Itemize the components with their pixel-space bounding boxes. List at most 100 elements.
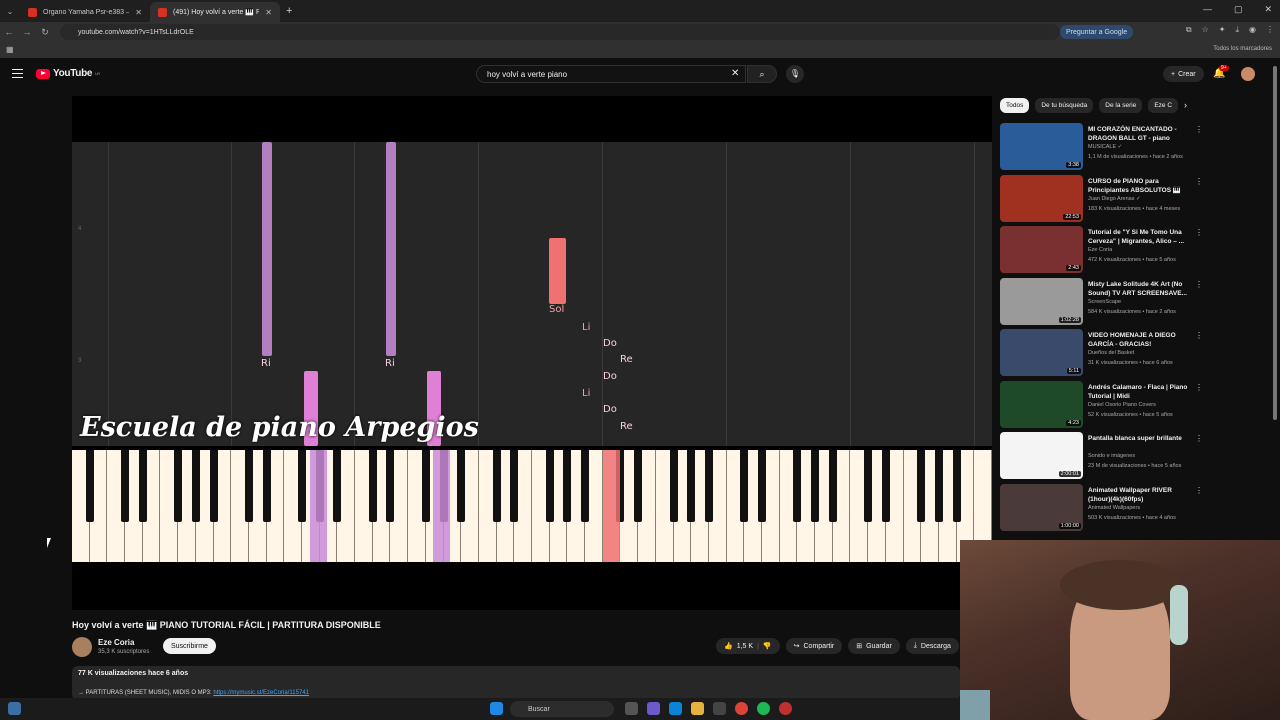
- recommendation-item[interactable]: 3:38 MI CORAZÓN ENCANTADO - DRAGON BALL G…: [1000, 123, 1203, 171]
- page-scrollbar[interactable]: [1273, 66, 1277, 420]
- chip-todos[interactable]: Todos: [1000, 98, 1030, 113]
- recommendation-item[interactable]: 5:11 VIDEO HOMENAJE A DIEGO GARCÍA - GRAC…: [1000, 329, 1203, 377]
- edge-icon[interactable]: [669, 702, 682, 715]
- voice-search-icon[interactable]: 🎙: [786, 65, 804, 83]
- channel-name[interactable]: Eze Coria: [98, 638, 134, 647]
- recommendation-channel[interactable]: Eze Coria: [1088, 247, 1112, 253]
- more-options-icon[interactable]: ⋮: [1195, 383, 1203, 392]
- recommendation-title[interactable]: MI CORAZÓN ENCANTADO - DRAGON BALL GT - …: [1088, 125, 1188, 143]
- youtube-logo[interactable]: YouTube UY: [36, 68, 100, 79]
- windows-start-icon[interactable]: [490, 702, 503, 715]
- video-thumbnail[interactable]: 5:11: [1000, 329, 1083, 376]
- apps-grid-icon[interactable]: ▦: [6, 45, 14, 54]
- install-icon[interactable]: ⧉: [1186, 25, 1192, 35]
- download-icon[interactable]: ⤓: [1235, 25, 1239, 35]
- video-thumbnail[interactable]: 3:38: [1000, 123, 1083, 170]
- recommendation-title[interactable]: Pantalla blanca super brillante: [1088, 434, 1188, 443]
- search-icon: ⌕: [759, 69, 765, 79]
- recommendation-channel[interactable]: Animated Wallpapers: [1088, 505, 1140, 511]
- more-options-icon[interactable]: ⋮: [1195, 331, 1203, 340]
- search-input[interactable]: hoy volví a verte piano: [476, 65, 746, 83]
- recommendation-item[interactable]: 2:43 Tutorial de "Y Si Me Tomo Una Cervez…: [1000, 226, 1203, 274]
- more-options-icon[interactable]: ⋮: [1195, 486, 1203, 495]
- obs-icon[interactable]: [779, 702, 792, 715]
- download-button[interactable]: ⤓ Descarga: [905, 638, 959, 654]
- tab-hoy-volvi-a-verte[interactable]: (491) Hoy volví a verte 🎹 PIA ✕: [150, 2, 280, 22]
- sheet-music-link[interactable]: https://mymusic.st/EzeCoria/115741: [213, 690, 309, 696]
- ask-google-button[interactable]: Preguntar a Google: [1060, 25, 1134, 39]
- maximize-icon[interactable]: ▢: [1234, 4, 1243, 15]
- recommendation-item[interactable]: 4:23 Andrés Calamaro - Flaca | Piano Tuto…: [1000, 380, 1203, 429]
- recommendation-item[interactable]: 22:53 CURSO de PIANO para Principiantes A…: [1000, 174, 1203, 223]
- account-avatar[interactable]: [1241, 67, 1255, 81]
- chip-de-tu-busqueda[interactable]: De tu búsqueda: [1035, 98, 1094, 113]
- video-thumbnail[interactable]: 22:53: [1000, 174, 1083, 222]
- search-button[interactable]: ⌕: [747, 65, 777, 83]
- address-input[interactable]: youtube.com/watch?v=1HTsLLdrOLE: [60, 24, 1060, 40]
- hamburger-menu-icon[interactable]: [12, 69, 23, 78]
- forward-icon[interactable]: →: [18, 27, 36, 37]
- thumbs-down-icon[interactable]: 👎: [763, 642, 772, 650]
- video-thumbnail[interactable]: 4:23: [1000, 380, 1083, 428]
- chrome-icon[interactable]: [735, 702, 748, 715]
- recommendation-title[interactable]: Misty Lake Solitude 4K Art (No Sound) TV…: [1088, 280, 1188, 298]
- recommendation-channel[interactable]: Daniel Osorio Piano Covers: [1088, 402, 1156, 408]
- create-button[interactable]: + Crear: [1163, 66, 1204, 82]
- tab-organo-yamaha[interactable]: Órgano Yamaha Psr-e383 — Pa... ✕: [20, 2, 150, 22]
- all-bookmarks-link[interactable]: Todos los marcadores: [1213, 46, 1272, 52]
- video-thumbnail[interactable]: 1:00:00: [1000, 483, 1083, 531]
- extensions-icon[interactable]: ✦: [1219, 25, 1226, 35]
- file-explorer-icon[interactable]: [691, 702, 704, 715]
- profile-icon[interactable]: ◉: [1249, 25, 1256, 35]
- spotify-icon[interactable]: [757, 702, 770, 715]
- recommendation-title[interactable]: Animated Wallpaper RIVER (1hour)(4k)(60f…: [1088, 486, 1188, 504]
- chip-de-la-serie[interactable]: De la serie: [1099, 98, 1143, 113]
- video-thumbnail[interactable]: 2:00:01: [1000, 432, 1083, 479]
- like-button[interactable]: 👍 1,5 K | 👎: [716, 638, 780, 654]
- tab-search-icon[interactable]: ⌄: [0, 7, 20, 16]
- subscribe-button[interactable]: Suscribirme: [163, 638, 216, 654]
- bookmark-star-icon[interactable]: ☆: [1202, 25, 1209, 35]
- back-icon[interactable]: ←: [0, 27, 18, 37]
- recommendation-item[interactable]: 2:00:01 Pantalla blanca super brillante So…: [1000, 432, 1203, 480]
- close-window-icon[interactable]: ✕: [1264, 4, 1272, 15]
- more-options-icon[interactable]: ⋮: [1195, 125, 1203, 134]
- video-thumbnail[interactable]: 1:02:28: [1000, 277, 1083, 325]
- channel-avatar[interactable]: [72, 637, 92, 657]
- store-icon[interactable]: [713, 702, 726, 715]
- notifications-bell-icon[interactable]: 🔔 9+: [1213, 65, 1229, 79]
- recommendation-channel[interactable]: Dueños del Basket: [1088, 350, 1134, 356]
- new-tab-button[interactable]: +: [286, 5, 292, 17]
- recommendation-item[interactable]: 1:00:00 Animated Wallpaper RIVER (1hour)(…: [1000, 483, 1203, 532]
- browser-menu-icon[interactable]: ⋮: [1266, 25, 1274, 35]
- video-thumbnail[interactable]: 2:43: [1000, 226, 1083, 273]
- more-options-icon[interactable]: ⋮: [1195, 228, 1203, 237]
- recommendation-title[interactable]: CURSO de PIANO para Principiantes ABSOLU…: [1088, 177, 1188, 195]
- close-tab-icon[interactable]: ✕: [265, 8, 272, 17]
- recommendation-title[interactable]: Tutorial de "Y Si Me Tomo Una Cerveza" |…: [1088, 228, 1188, 246]
- widgets-icon[interactable]: [8, 702, 21, 715]
- task-view-icon[interactable]: [625, 702, 638, 715]
- share-button[interactable]: ↪ Compartir: [785, 638, 843, 654]
- minimize-icon[interactable]: —: [1203, 4, 1212, 15]
- more-options-icon[interactable]: ⋮: [1195, 177, 1203, 186]
- recommendation-item[interactable]: 1:02:28 Misty Lake Solitude 4K Art (No So…: [1000, 277, 1203, 326]
- recommendation-title[interactable]: Andrés Calamaro - Flaca | Piano Tutorial…: [1088, 383, 1188, 401]
- save-button[interactable]: ⊞ Guardar: [848, 638, 900, 654]
- reload-icon[interactable]: ↻: [36, 27, 54, 38]
- video-player[interactable]: 4 3 Ri Ri Sol Li Do Re Do Li Do Re Escue…: [72, 96, 992, 610]
- recommendation-channel[interactable]: Sonido e imágenes: [1088, 453, 1135, 459]
- recommendation-title[interactable]: VIDEO HOMENAJE A DIEGO GARCÍA - GRACIAS!: [1088, 331, 1188, 349]
- close-tab-icon[interactable]: ✕: [135, 8, 142, 17]
- recommendation-channel[interactable]: Juan Diego Arenas ✓: [1088, 196, 1141, 202]
- chevron-right-icon[interactable]: ›: [1184, 100, 1187, 110]
- recommendation-channel[interactable]: MUSICALE ✓: [1088, 144, 1122, 150]
- taskbar-search[interactable]: Buscar: [510, 701, 614, 717]
- recommendation-channel[interactable]: ScreenScape: [1088, 299, 1121, 305]
- description-box[interactable]: 77 K visualizaciones hace 6 años → PARTI…: [72, 666, 960, 700]
- copilot-icon[interactable]: [647, 702, 660, 715]
- chip-eze-coria[interactable]: Eze C: [1148, 98, 1179, 113]
- more-options-icon[interactable]: ⋮: [1195, 280, 1203, 289]
- more-options-icon[interactable]: ⋮: [1195, 434, 1203, 443]
- clear-search-icon[interactable]: ✕: [731, 68, 739, 79]
